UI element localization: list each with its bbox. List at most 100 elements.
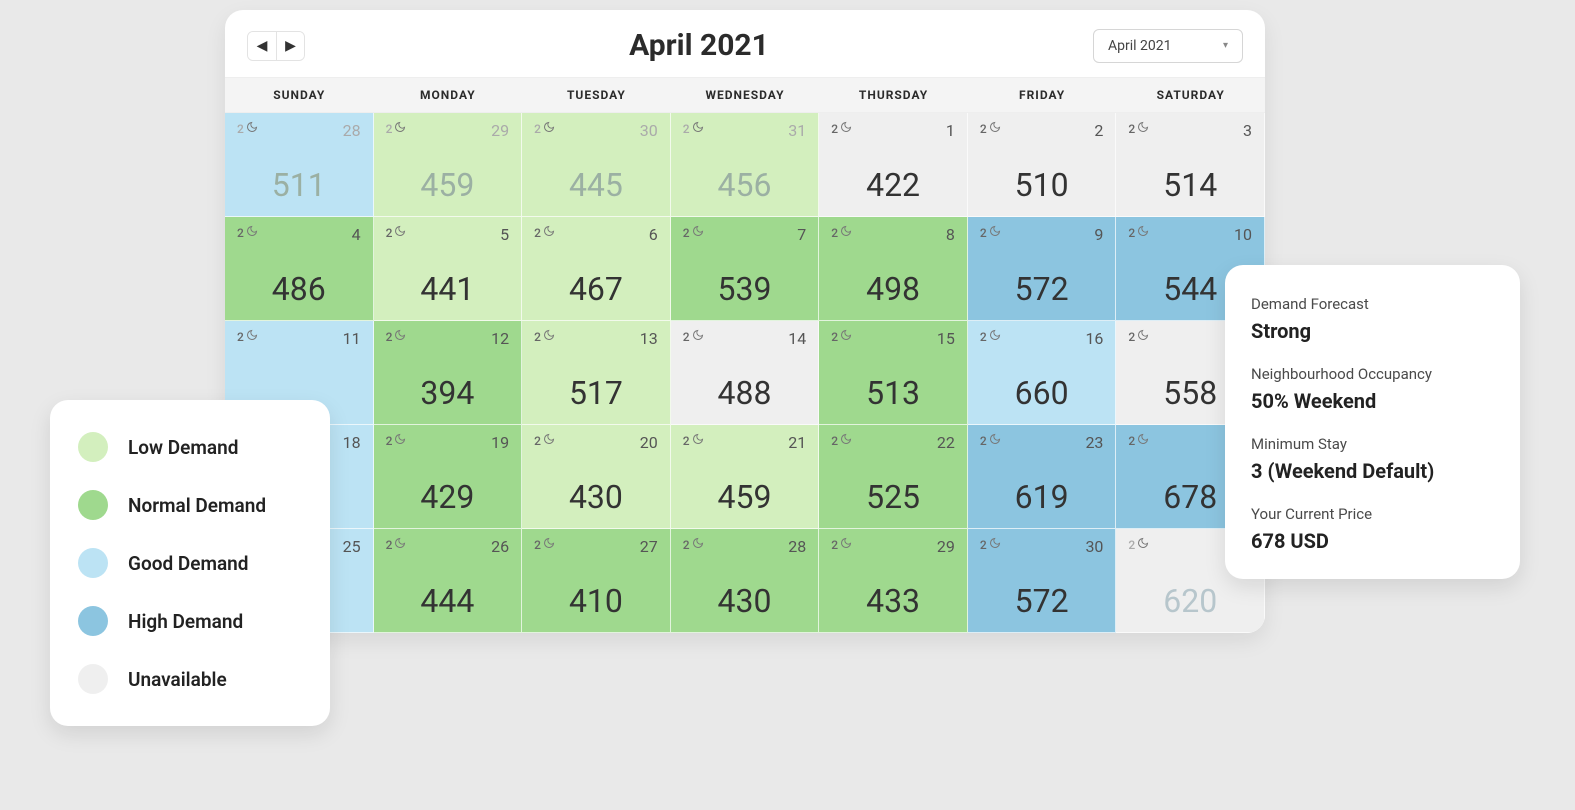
day-number: 5 xyxy=(500,225,509,244)
legend-label: Unavailable xyxy=(128,668,227,691)
nights-count: 2 xyxy=(386,434,393,448)
legend-label: Normal Demand xyxy=(128,494,266,517)
moon-icon xyxy=(1137,433,1149,448)
day-number: 1 xyxy=(946,121,955,140)
day-price: 678 xyxy=(1163,478,1217,516)
legend-item-low: Low Demand xyxy=(78,432,302,462)
day-number: 7 xyxy=(797,225,806,244)
legend-item-normal: Normal Demand xyxy=(78,490,302,520)
day-price: 517 xyxy=(569,374,623,412)
day-cell[interactable]: 226444 xyxy=(374,529,523,633)
calendar-grid: 2285112294592304452314562142222510235142… xyxy=(225,113,1265,633)
day-price: 456 xyxy=(718,166,772,204)
next-month-button[interactable]: ▶ xyxy=(276,32,304,60)
day-cell[interactable]: 27539 xyxy=(671,217,820,321)
moon-icon xyxy=(1137,225,1149,240)
nights-count: 2 xyxy=(683,434,690,448)
day-cell[interactable]: 28498 xyxy=(819,217,968,321)
nights-count: 2 xyxy=(831,434,838,448)
day-cell[interactable]: 2 20 430 xyxy=(522,425,671,529)
min-nights-badge: 2 xyxy=(534,433,555,448)
min-nights-badge: 2 xyxy=(237,225,258,240)
nights-count: 2 xyxy=(534,538,541,552)
min-nights-badge: 2 xyxy=(980,121,1001,136)
day-cell[interactable]: 229459 xyxy=(374,113,523,217)
min-nights-badge: 2 xyxy=(1128,121,1149,136)
min-nights-badge: 2 xyxy=(683,225,704,240)
occupancy-label: Neighbourhood Occupancy xyxy=(1251,365,1494,383)
day-price: 544 xyxy=(1163,270,1217,308)
day-cell[interactable]: 227410 xyxy=(522,529,671,633)
nights-count: 2 xyxy=(237,122,244,136)
day-cell[interactable]: 212394 xyxy=(374,321,523,425)
nights-count: 2 xyxy=(683,226,690,240)
day-number: 12 xyxy=(491,329,509,348)
day-cell[interactable]: 25441 xyxy=(374,217,523,321)
day-number: 20 xyxy=(640,433,658,452)
day-number: 23 xyxy=(1085,433,1103,452)
day-cell[interactable]: 231456 xyxy=(671,113,820,217)
day-cell[interactable]: 29572 xyxy=(968,217,1117,321)
day-cell[interactable]: 222525 xyxy=(819,425,968,529)
day-price: 445 xyxy=(569,166,623,204)
month-select-value: April 2021 xyxy=(1108,38,1172,54)
day-number: 21 xyxy=(788,433,806,452)
nights-count: 2 xyxy=(980,226,987,240)
day-price: 430 xyxy=(718,582,772,620)
month-nav: ◀ ▶ xyxy=(247,31,305,61)
minstay-label: Minimum Stay xyxy=(1251,435,1494,453)
day-cell[interactable]: 228511 xyxy=(225,113,374,217)
day-cell[interactable]: 230572 xyxy=(968,529,1117,633)
min-nights-badge: 2 xyxy=(831,433,852,448)
min-nights-badge: 2 xyxy=(980,225,1001,240)
day-price: 513 xyxy=(866,374,920,412)
moon-icon xyxy=(1137,121,1149,136)
nights-count: 2 xyxy=(683,538,690,552)
day-cell[interactable]: 24486 xyxy=(225,217,374,321)
nights-count: 2 xyxy=(980,330,987,344)
day-cell[interactable]: 229433 xyxy=(819,529,968,633)
min-nights-badge: 2 xyxy=(534,537,555,552)
day-cell[interactable]: 2 21 459 xyxy=(671,425,820,529)
day-number: 31 xyxy=(788,121,806,140)
min-nights-badge: 2 xyxy=(386,433,407,448)
weekday-header: TUESDAY xyxy=(522,78,671,112)
day-cell[interactable]: 22510 xyxy=(968,113,1117,217)
day-number: 29 xyxy=(937,537,955,556)
day-cell[interactable]: 215513 xyxy=(819,321,968,425)
calendar-card: ◀ ▶ April 2021 April 2021 ▾ SUNDAY MONDA… xyxy=(225,10,1265,633)
calendar-title: April 2021 xyxy=(305,28,1093,63)
day-cell[interactable]: 21422 xyxy=(819,113,968,217)
day-cell[interactable]: 230445 xyxy=(522,113,671,217)
day-number: 13 xyxy=(640,329,658,348)
day-price: 459 xyxy=(718,478,772,516)
weekday-header-row: SUNDAY MONDAY TUESDAY WEDNESDAY THURSDAY… xyxy=(225,77,1265,113)
day-cell[interactable]: 213517 xyxy=(522,321,671,425)
moon-icon xyxy=(840,537,852,552)
day-cell[interactable]: 223619 xyxy=(968,425,1117,529)
day-price: 429 xyxy=(420,478,474,516)
month-select[interactable]: April 2021 ▾ xyxy=(1093,29,1243,63)
prev-month-button[interactable]: ◀ xyxy=(248,32,276,60)
moon-icon xyxy=(840,329,852,344)
day-cell[interactable]: 23514 xyxy=(1116,113,1265,217)
day-cell[interactable]: 219429 xyxy=(374,425,523,529)
day-cell[interactable]: 216660 xyxy=(968,321,1117,425)
legend-label: Good Demand xyxy=(128,552,249,575)
day-price: 430 xyxy=(569,478,623,516)
min-nights-badge: 2 xyxy=(980,433,1001,448)
legend-swatch-unavailable xyxy=(78,664,108,694)
min-nights-badge: 2 xyxy=(534,121,555,136)
moon-icon xyxy=(543,537,555,552)
day-number: 30 xyxy=(1085,537,1103,556)
day-cell[interactable]: 228430 xyxy=(671,529,820,633)
nights-count: 2 xyxy=(534,122,541,136)
nights-count: 2 xyxy=(1128,122,1135,136)
nights-count: 2 xyxy=(534,226,541,240)
day-price: 525 xyxy=(866,478,920,516)
moon-icon xyxy=(394,329,406,344)
day-cell[interactable]: 26467 xyxy=(522,217,671,321)
weekday-header: WEDNESDAY xyxy=(671,78,820,112)
min-nights-badge: 2 xyxy=(1128,433,1149,448)
day-cell[interactable]: 214488 xyxy=(671,321,820,425)
